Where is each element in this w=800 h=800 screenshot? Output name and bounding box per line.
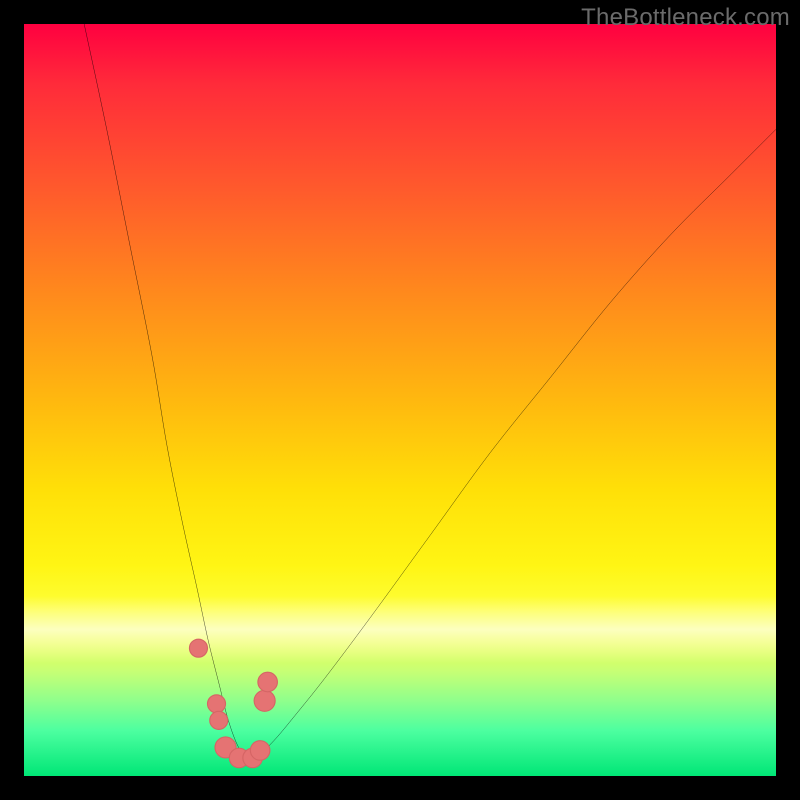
data-marker <box>210 711 228 729</box>
data-marker <box>189 639 207 657</box>
data-marker <box>207 695 225 713</box>
data-marker <box>258 672 278 692</box>
data-markers <box>189 639 277 768</box>
chart-frame: TheBottleneck.com <box>0 0 800 800</box>
plot-area <box>24 24 776 776</box>
data-marker <box>254 690 275 711</box>
watermark-text: TheBottleneck.com <box>581 4 790 32</box>
curve-layer <box>24 24 776 776</box>
bottleneck-curve <box>84 24 776 761</box>
data-marker <box>250 741 270 761</box>
